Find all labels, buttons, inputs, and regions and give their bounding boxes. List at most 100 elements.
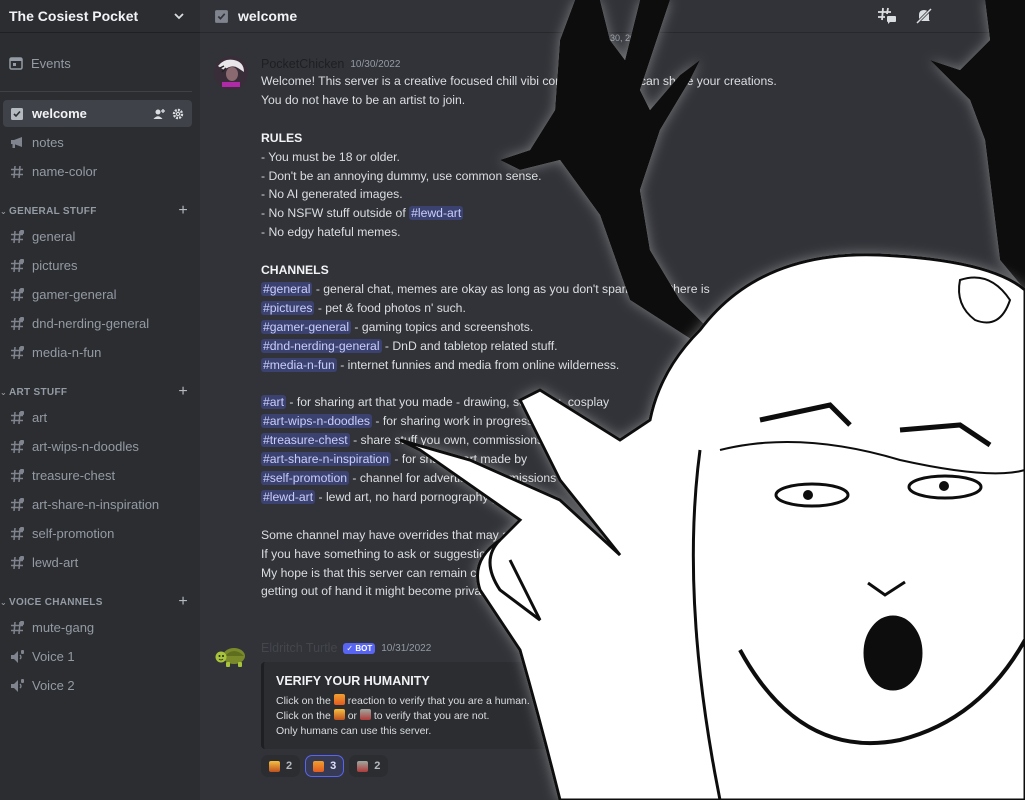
add-channel-icon[interactable]: + <box>178 383 188 401</box>
embed-title: VERIFY YOUR HUMANITY <box>276 674 430 688</box>
hash-icon <box>9 497 25 513</box>
notifications-muted-icon[interactable] <box>915 7 933 25</box>
channel-mention[interactable]: #gamer-general <box>261 319 352 334</box>
embed-line: Click on the reaction to verify that you… <box>276 694 530 707</box>
channel-description: - for sharing work in progress <box>372 414 534 429</box>
category-label: GENERAL STUFF <box>9 205 97 217</box>
sidebar-item-label: lewd-art <box>32 555 79 570</box>
reaction-count: 2 <box>286 760 293 772</box>
mage-icon <box>269 760 280 772</box>
channel-description-line: #art - for sharing art that you made - d… <box>261 393 1014 412</box>
gear-icon[interactable] <box>172 108 184 120</box>
channel-description: - DnD and tabletop related stuff. <box>381 338 558 353</box>
channel-mention[interactable]: #lewd-art <box>261 489 316 504</box>
category-voice-channels[interactable]: ⌄ VOICE CHANNELS + <box>0 592 200 612</box>
channel-description-line: #media-n-fun - internet funnies and medi… <box>261 356 1014 375</box>
channel-mention[interactable]: #dnd-nerding-general <box>261 338 382 353</box>
reaction-count: 2 <box>374 760 381 772</box>
sidebar-item-general[interactable]: general <box>3 223 192 250</box>
sidebar-item-voice-2[interactable]: Voice 2 <box>3 672 192 699</box>
message-line: Welcome! This server is a creative focus… <box>261 74 777 88</box>
sidebar-item-label: gamer-general <box>32 287 117 302</box>
create-invite-icon[interactable] <box>153 108 166 120</box>
avatar[interactable] <box>214 640 248 674</box>
events-label: Events <box>31 55 71 71</box>
category-general-stuff[interactable]: ⌄ GENERAL STUFF + <box>0 201 200 221</box>
channel-mention[interactable]: #treasure-chest <box>261 433 350 448</box>
sidebar-item-label: general <box>32 229 76 244</box>
embed-line: Only humans can use this server. <box>276 725 432 737</box>
message-author[interactable]: Eldritch Turtle <box>261 641 337 655</box>
zombie-icon <box>357 760 369 772</box>
channels-heading: CHANNELS <box>261 263 329 278</box>
caret-down-icon: ⌄ <box>0 597 8 607</box>
reaction-zombie[interactable]: 2 <box>349 755 389 777</box>
category-art-stuff[interactable]: ⌄ ART STUFF + <box>0 382 200 402</box>
calendar-icon <box>9 57 23 70</box>
member-list-icon[interactable] <box>999 8 1017 24</box>
caret-down-icon: ⌄ <box>0 206 8 216</box>
channel-mention[interactable]: #art-wips-n-doodles <box>261 414 373 429</box>
channel-description: - gaming topics and screenshots. <box>351 319 534 334</box>
rule-text: - No NSFW stuff outside of <box>261 206 410 221</box>
sidebar-item-label: Voice 2 <box>32 678 75 693</box>
sidebar-item-dnd-nerding-general[interactable]: dnd-nerding-general <box>3 310 192 337</box>
channel-mention[interactable]: #pictures <box>261 300 315 315</box>
events-item[interactable]: Events <box>0 47 200 79</box>
sidebar-item-art-share-n-inspiration[interactable]: art-share-n-inspiration <box>3 491 192 518</box>
sidebar-item-treasure-chest[interactable]: treasure-chest <box>3 462 192 489</box>
channel-mention[interactable]: #art <box>261 395 287 410</box>
sidebar-item-welcome[interactable]: welcome <box>3 100 192 127</box>
server-header[interactable]: The Cosiest Pocket <box>0 0 200 33</box>
sidebar-item-label: welcome <box>32 106 87 121</box>
hash-icon <box>9 258 25 274</box>
sidebar-item-self-promotion[interactable]: self-promotion <box>3 520 192 547</box>
add-channel-icon[interactable]: + <box>178 202 188 220</box>
sidebar-item-notes[interactable]: notes <box>3 129 192 156</box>
sidebar-item-art-wips-n-doodles[interactable]: art-wips-n-doodles <box>3 433 192 460</box>
channel-header: welcome <box>200 0 1025 33</box>
sidebar-item-label: mute-gang <box>32 620 95 635</box>
sidebar-item-label: art-wips-n-doodles <box>32 439 139 454</box>
sidebar-item-art[interactable]: art <box>3 404 192 431</box>
category-label: ART STUFF <box>9 386 68 398</box>
rule-line: - Don't be an annoying dummy, use common… <box>261 168 542 183</box>
announcement-icon <box>9 135 25 151</box>
channel-title: welcome <box>238 8 298 24</box>
message-line: getting out of hand it might become priv… <box>261 584 492 599</box>
channel-description: - channel for advertising commissions <box>349 470 557 485</box>
sidebar-item-media-n-fun[interactable]: media-n-fun <box>3 339 192 366</box>
sidebar-item-label: art-share-n-inspiration <box>32 497 160 512</box>
sidebar-item-label: Voice 1 <box>32 649 75 664</box>
add-channel-icon[interactable]: + <box>178 593 188 611</box>
rule-line: - No AI generated images. <box>261 187 403 202</box>
sidebar-item-lewd-art[interactable]: lewd-art <box>3 549 192 576</box>
threads-icon[interactable] <box>877 7 897 25</box>
message-author[interactable]: PocketChicken <box>261 57 344 71</box>
reactions: 2 3 2 <box>261 755 1014 777</box>
channel-mention[interactable]: #media-n-fun <box>261 357 337 372</box>
reaction-mage[interactable]: 2 <box>261 755 301 777</box>
rule-line: - No edgy hateful memes. <box>261 225 401 240</box>
sidebar-item-mute-gang[interactable]: mute-gang <box>3 614 192 641</box>
channel-description: - general chat, memes are okay as long a… <box>312 281 710 296</box>
rule-line: - You must be 18 or older. <box>261 149 400 164</box>
sidebar-item-gamer-general[interactable]: gamer-general <box>3 281 192 308</box>
mage-icon <box>333 709 345 720</box>
reaction-human[interactable]: 3 <box>305 755 345 777</box>
avatar[interactable] <box>214 56 248 90</box>
channel-mention[interactable]: #general <box>261 281 313 296</box>
bot-badge: ✓ BOT <box>343 642 376 654</box>
hash-icon <box>9 345 25 361</box>
sidebar-item-name-color[interactable]: name-color <box>3 158 192 185</box>
channel-mention[interactable]: #art-share-n-inspiration <box>261 452 391 467</box>
message-line: Some channel may have overrides that may… <box>261 527 559 542</box>
channel-mention[interactable]: #self-promotion <box>261 470 349 485</box>
channel-mention[interactable]: #lewd-art <box>409 206 464 221</box>
sidebar-item-pictures[interactable]: pictures <box>3 252 192 279</box>
hash-icon <box>9 229 25 245</box>
sidebar-item-voice-1[interactable]: Voice 1 <box>3 643 192 670</box>
channel-description-line: #treasure-chest - share stuff you own, c… <box>261 431 1014 450</box>
channel-description-line: #art-wips-n-doodles - for sharing work i… <box>261 412 1014 431</box>
sidebar-item-label: treasure-chest <box>32 468 116 483</box>
